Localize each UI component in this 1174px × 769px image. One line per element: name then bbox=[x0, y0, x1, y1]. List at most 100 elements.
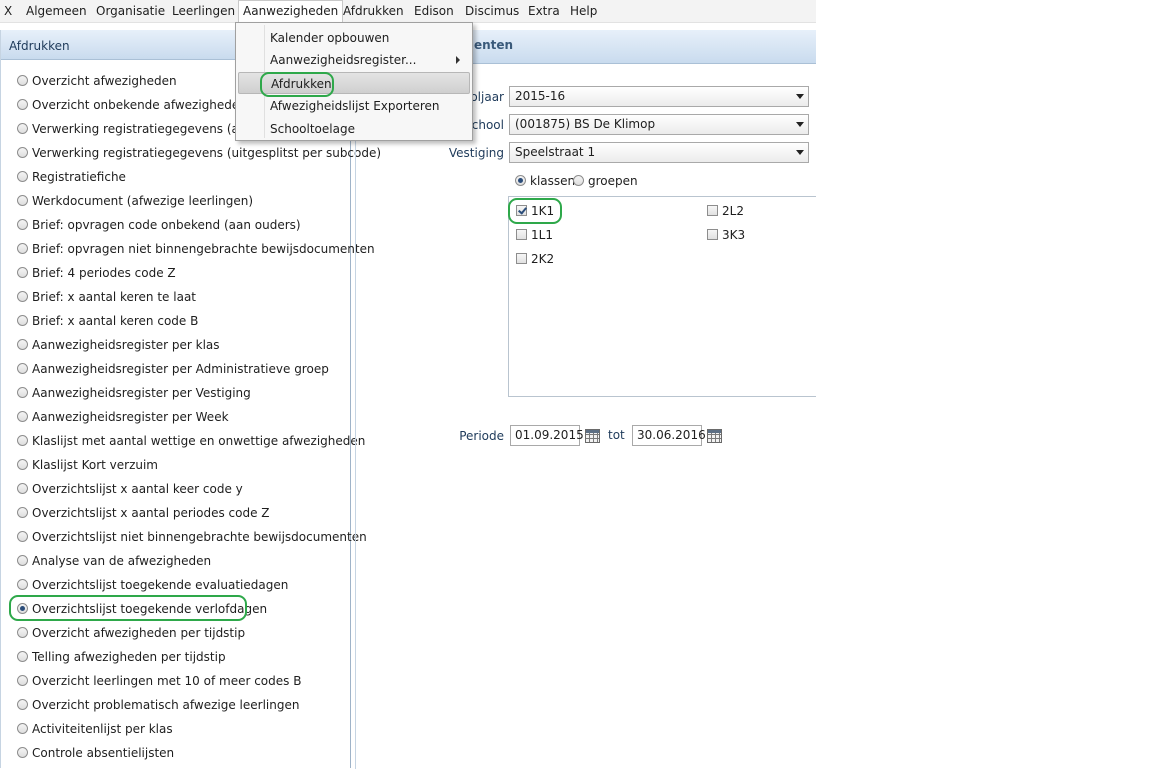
menu-item-kalender-opbouwen[interactable]: Kalender opbouwen bbox=[238, 27, 470, 49]
radio-icon[interactable] bbox=[17, 339, 28, 350]
radio-icon[interactable] bbox=[17, 411, 28, 422]
option-22-selected[interactable]: Overzichtslijst toegekende verlofdagen bbox=[17, 598, 267, 620]
option-16[interactable]: Klaslijst Kort verzuim bbox=[17, 454, 158, 476]
menu-edison[interactable]: Edison bbox=[410, 0, 458, 22]
radio-icon[interactable] bbox=[17, 75, 28, 86]
radio-icon[interactable] bbox=[17, 627, 28, 638]
chevron-down-icon[interactable] bbox=[796, 150, 804, 155]
option-1[interactable]: Overzicht onbekende afwezigheden bbox=[17, 94, 247, 116]
checkbox-icon[interactable] bbox=[707, 229, 718, 240]
menu-discimus[interactable]: Discimus bbox=[461, 0, 523, 22]
radio-icon[interactable] bbox=[17, 387, 28, 398]
option-17[interactable]: Overzichtslijst x aantal keer code y bbox=[17, 478, 243, 500]
option-5[interactable]: Werkdocument (afwezige leerlingen) bbox=[17, 190, 253, 212]
radio-icon[interactable] bbox=[17, 195, 28, 206]
class-checkbox-2l2[interactable]: 2L2 bbox=[707, 202, 744, 220]
radio-icon[interactable] bbox=[17, 483, 28, 494]
option-11[interactable]: Aanwezigheidsregister per klas bbox=[17, 334, 220, 356]
chevron-down-icon[interactable] bbox=[796, 94, 804, 99]
radio-icon[interactable] bbox=[17, 243, 28, 254]
radio-icon[interactable] bbox=[17, 315, 28, 326]
option-4[interactable]: Registratiefiche bbox=[17, 166, 126, 188]
menu-item-afwezigheidslijst-exporteren[interactable]: Afwezigheidslijst Exporteren bbox=[238, 95, 470, 117]
option-13[interactable]: Aanwezigheidsregister per Vestiging bbox=[17, 382, 251, 404]
radio-icon[interactable] bbox=[17, 435, 28, 446]
option-7[interactable]: Brief: opvragen niet binnengebrachte bew… bbox=[17, 238, 375, 260]
radio-icon[interactable] bbox=[17, 123, 28, 134]
radio-icon[interactable] bbox=[17, 531, 28, 542]
periode-to-input[interactable]: 30.06.2016 bbox=[632, 425, 706, 446]
checkbox-icon[interactable] bbox=[516, 229, 527, 240]
radio-icon[interactable] bbox=[17, 99, 28, 110]
radio-icon[interactable] bbox=[17, 291, 28, 302]
radio-klassen[interactable]: klassen bbox=[515, 172, 575, 190]
periode-from-input[interactable]: 01.09.2015 bbox=[510, 425, 584, 446]
radio-icon[interactable] bbox=[17, 459, 28, 470]
radio-checked-icon[interactable] bbox=[515, 175, 526, 186]
option-21[interactable]: Overzichtslijst toegekende evaluatiedage… bbox=[17, 574, 288, 596]
menu-algemeen[interactable]: Algemeen bbox=[22, 0, 91, 22]
option-9[interactable]: Brief: x aantal keren te laat bbox=[17, 286, 196, 308]
menu-extra[interactable]: Extra bbox=[524, 0, 564, 22]
menu-aanwezigheden[interactable]: Aanwezigheden bbox=[238, 0, 344, 23]
radio-icon[interactable] bbox=[17, 507, 28, 518]
option-20[interactable]: Analyse van de afwezigheden bbox=[17, 550, 211, 572]
radio-checked-icon[interactable] bbox=[17, 603, 28, 614]
option-label: Telling afwezigheden per tijdstip bbox=[32, 650, 226, 664]
menu-item-afdrukken[interactable]: Afdrukken bbox=[238, 72, 470, 94]
radio-icon[interactable] bbox=[17, 723, 28, 734]
option-0[interactable]: Overzicht afwezigheden bbox=[17, 70, 177, 92]
radio-icon[interactable] bbox=[17, 267, 28, 278]
radio-icon[interactable] bbox=[17, 555, 28, 566]
class-checkbox-1k1[interactable]: 1K1 bbox=[516, 202, 554, 220]
option-label: Aanwezigheidsregister per Week bbox=[32, 410, 229, 424]
option-23[interactable]: Overzicht afwezigheden per tijdstip bbox=[17, 622, 245, 644]
option-8[interactable]: Brief: 4 periodes code Z bbox=[17, 262, 176, 284]
radio-icon[interactable] bbox=[17, 171, 28, 182]
option-label: Registratiefiche bbox=[32, 170, 126, 184]
menu-leerlingen[interactable]: Leerlingen bbox=[168, 0, 239, 22]
calendar-icon[interactable] bbox=[585, 429, 600, 443]
radio-icon[interactable] bbox=[573, 175, 584, 186]
menu-close-x[interactable]: X bbox=[0, 0, 16, 22]
option-25[interactable]: Overzicht leerlingen met 10 of meer code… bbox=[17, 670, 301, 692]
menu-afdrukken[interactable]: Afdrukken bbox=[339, 0, 408, 22]
radio-icon[interactable] bbox=[17, 747, 28, 758]
option-24[interactable]: Telling afwezigheden per tijdstip bbox=[17, 646, 226, 668]
option-27[interactable]: Activiteitenlijst per klas bbox=[17, 718, 173, 740]
vestiging-select[interactable]: Speelstraat 1 bbox=[509, 142, 809, 163]
menu-item-aanwezigheidsregister[interactable]: Aanwezigheidsregister... bbox=[238, 49, 470, 71]
schooljaar-select[interactable]: 2015-16 bbox=[509, 86, 809, 107]
radio-groepen[interactable]: groepen bbox=[573, 172, 638, 190]
radio-icon[interactable] bbox=[17, 219, 28, 230]
class-checkbox-1l1[interactable]: 1L1 bbox=[516, 226, 553, 244]
radio-icon[interactable] bbox=[17, 651, 28, 662]
radio-icon[interactable] bbox=[17, 363, 28, 374]
class-selection-box bbox=[508, 196, 816, 397]
class-checkbox-2k2[interactable]: 2K2 bbox=[516, 250, 554, 268]
menu-help[interactable]: Help bbox=[566, 0, 601, 22]
option-14[interactable]: Aanwezigheidsregister per Week bbox=[17, 406, 229, 428]
radio-icon[interactable] bbox=[17, 147, 28, 158]
option-15[interactable]: Klaslijst met aantal wettige en onwettig… bbox=[17, 430, 365, 452]
option-19[interactable]: Overzichtslijst niet binnengebrachte bew… bbox=[17, 526, 367, 548]
radio-icon[interactable] bbox=[17, 579, 28, 590]
option-6[interactable]: Brief: opvragen code onbekend (aan ouder… bbox=[17, 214, 301, 236]
checkbox-icon[interactable] bbox=[516, 253, 527, 264]
option-12[interactable]: Aanwezigheidsregister per Administratiev… bbox=[17, 358, 329, 380]
chevron-down-icon[interactable] bbox=[796, 122, 804, 127]
school-select[interactable]: (001875) BS De Klimop bbox=[509, 114, 809, 135]
option-18[interactable]: Overzichtslijst x aantal periodes code Z bbox=[17, 502, 270, 524]
checkbox-checked-icon[interactable] bbox=[516, 205, 527, 216]
radio-icon[interactable] bbox=[17, 675, 28, 686]
calendar-icon[interactable] bbox=[707, 429, 722, 443]
checkbox-icon[interactable] bbox=[707, 205, 718, 216]
menu-item-schooltoelage[interactable]: Schooltoelage bbox=[238, 118, 470, 140]
radio-icon[interactable] bbox=[17, 699, 28, 710]
option-3[interactable]: Verwerking registratiegegevens (uitgespl… bbox=[17, 142, 381, 164]
option-28[interactable]: Controle absentielijsten bbox=[17, 742, 174, 764]
option-10[interactable]: Brief: x aantal keren code B bbox=[17, 310, 198, 332]
menu-organisatie[interactable]: Organisatie bbox=[92, 0, 169, 22]
class-checkbox-3k3[interactable]: 3K3 bbox=[707, 226, 745, 244]
option-26[interactable]: Overzicht problematisch afwezige leerlin… bbox=[17, 694, 299, 716]
